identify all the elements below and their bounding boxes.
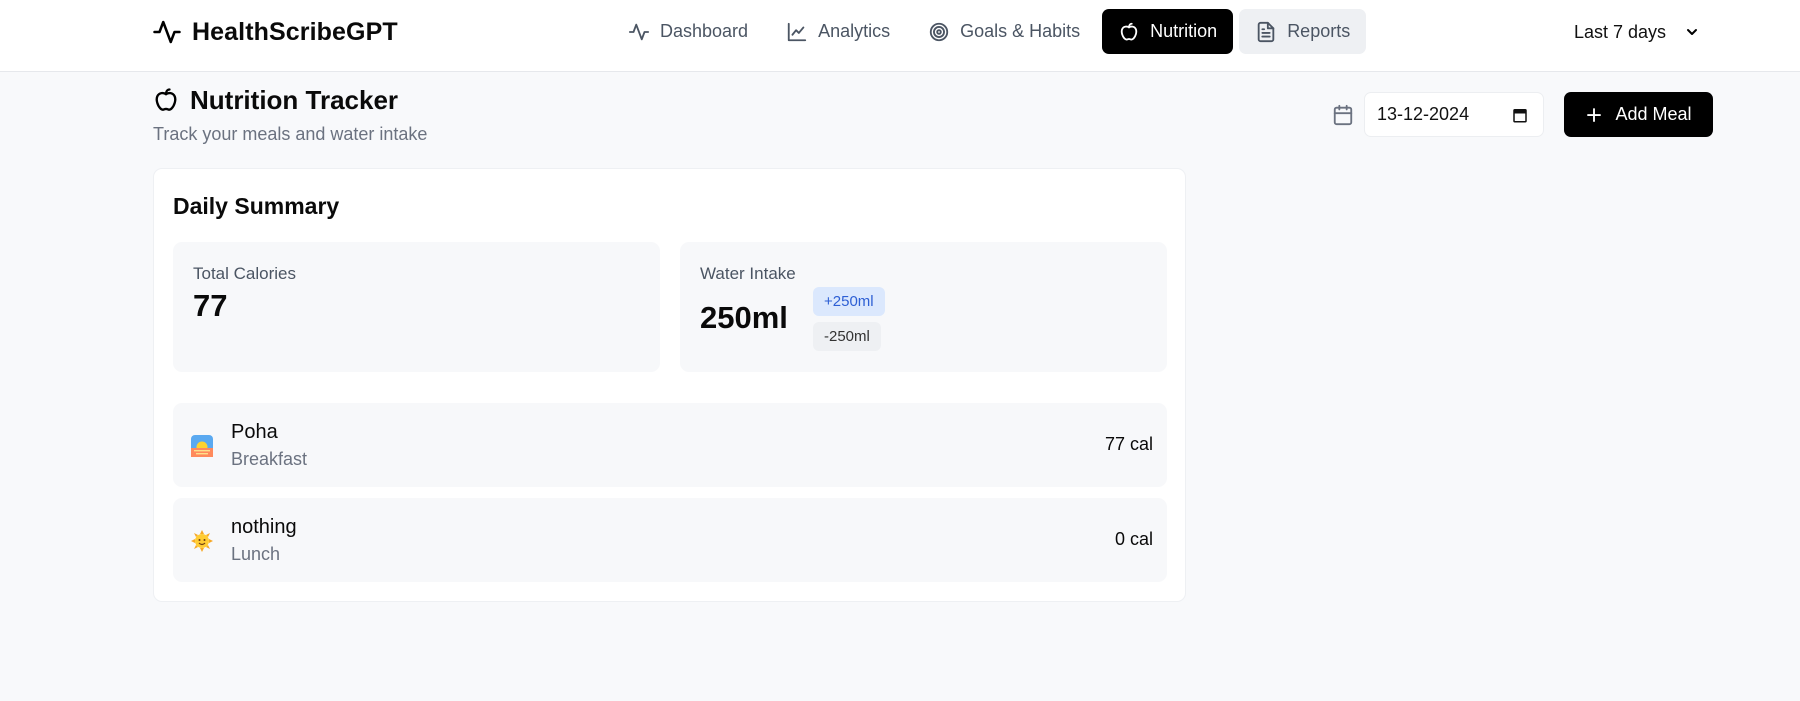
meal-calories: 0 cal [1114, 529, 1153, 549]
page-subtitle: Track your meals and water intake [153, 124, 428, 144]
calendar-icon [1333, 104, 1353, 126]
stat-value: 250ml [700, 300, 788, 335]
date-input-value: 13-12-2024 [1377, 104, 1470, 124]
nav-item-label: Nutrition [1150, 21, 1218, 41]
nav-item-label: Reports [1287, 21, 1351, 41]
apple-icon [1120, 22, 1138, 40]
nav-item-reports[interactable]: Reports [1239, 9, 1367, 54]
add-meal-button[interactable]: Add Meal [1564, 92, 1713, 137]
meal-type: Lunch [231, 544, 281, 564]
main-nav: Dashboard Analytics Goals & Habits Nutri… [612, 9, 1367, 54]
chevron-down-icon [1687, 29, 1697, 35]
nav-item-analytics[interactable]: Analytics [770, 9, 906, 54]
nav-item-label: Analytics [818, 21, 891, 41]
calendar-picker-icon[interactable] [1511, 106, 1529, 124]
date-range-select[interactable]: Last 7 days [1560, 12, 1712, 52]
add-water-button[interactable]: +250ml [813, 287, 885, 316]
nav-item-label: Dashboard [660, 21, 749, 41]
target-icon [929, 22, 949, 41]
line-chart-icon [787, 22, 807, 41]
date-input[interactable]: 13-12-2024 [1364, 92, 1544, 137]
meal-name: nothing [231, 516, 297, 538]
nav-item-goals-habits[interactable]: Goals & Habits [912, 9, 1096, 54]
nav-item-dashboard[interactable]: Dashboard [612, 9, 764, 54]
meal-calories: 77 cal [1104, 434, 1153, 454]
brand[interactable]: HealthScribeGPT [152, 14, 398, 50]
file-text-icon [1257, 21, 1275, 42]
total-calories-box: Total Calories 77 [173, 242, 660, 372]
card-title: Daily Summary [173, 193, 340, 219]
activity-icon [628, 23, 650, 40]
add-meal-label: Add Meal [1615, 104, 1692, 124]
brand-name: HealthScribeGPT [192, 17, 398, 46]
stat-label: Water Intake [700, 264, 796, 283]
meal-row[interactable]: Poha Breakfast 77 cal [173, 403, 1167, 487]
daily-summary-card: Daily Summary Total Calories 77 Water In… [153, 168, 1186, 602]
water-intake-box: Water Intake 250ml +250ml -250ml [680, 242, 1167, 372]
sun-face-emoji-icon [191, 530, 213, 552]
activity-icon [153, 20, 181, 44]
page-title-text: Nutrition Tracker [190, 84, 399, 115]
nav-item-label: Goals & Habits [960, 21, 1081, 41]
top-bar: HealthScribeGPT Dashboard Analytics Goal… [0, 0, 1800, 72]
stat-label: Total Calories [193, 264, 296, 283]
date-range-value: Last 7 days [1574, 21, 1667, 42]
stat-value: 77 [193, 288, 228, 323]
meal-row[interactable]: nothing Lunch 0 cal [173, 498, 1167, 582]
nav-item-nutrition[interactable]: Nutrition [1102, 9, 1234, 54]
meal-name: Poha [231, 421, 278, 443]
page-title: Nutrition Tracker [152, 82, 398, 118]
remove-water-button[interactable]: -250ml [813, 322, 881, 351]
sunrise-emoji-icon [191, 435, 213, 457]
meal-type: Breakfast [231, 449, 308, 469]
plus-icon [1587, 107, 1602, 122]
apple-icon [155, 88, 177, 111]
